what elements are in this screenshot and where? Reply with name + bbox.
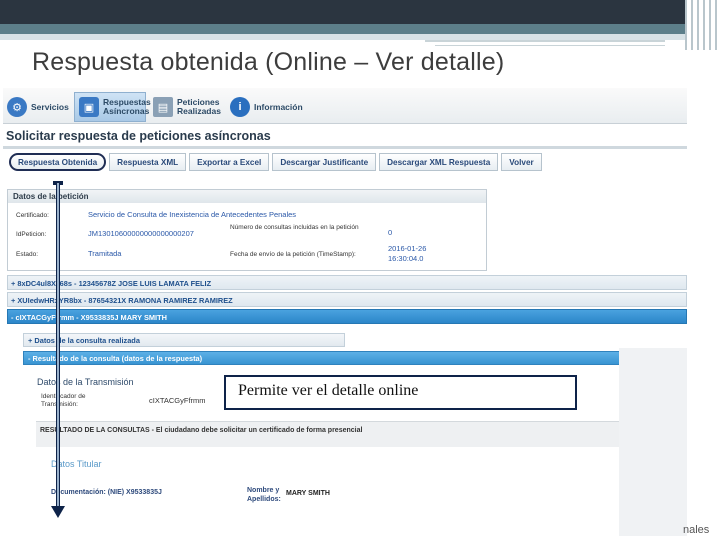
identificador-label: Identificador de Transmisión: [41, 393, 86, 408]
gear-icon: ⚙ [7, 97, 27, 117]
nav-label: Servicios [31, 101, 69, 112]
nombre-value: MARY SMITH [286, 490, 330, 497]
datos-peticion-panel: Datos de la petición Certificado: Servic… [7, 189, 487, 271]
estado-label: Estado: [16, 251, 39, 258]
slide-top-accent [0, 24, 720, 34]
nav-item-servicios[interactable]: ⚙ Servicios [3, 92, 71, 122]
slide-top-bar [0, 0, 720, 24]
annotation-arrow [56, 183, 60, 507]
nav-item-informacion[interactable]: i Información [226, 92, 303, 122]
num-consultas-label: Número de consultas incluidas en la peti… [230, 224, 359, 231]
arrow-head-icon [51, 506, 65, 518]
nav-label: Respuestas Asíncronas [103, 97, 151, 116]
footer-fragment: nales [683, 524, 710, 536]
action-toolbar: Respuesta Obtenida Respuesta XML Exporta… [9, 153, 542, 171]
estado-value: Tramitada [88, 249, 122, 258]
title-decoration-line [435, 45, 665, 46]
respuesta-obtenida-button[interactable]: Respuesta Obtenida [9, 153, 107, 171]
idpeticion-label: IdPeticion: [16, 231, 47, 238]
volver-button[interactable]: Volver [501, 153, 542, 171]
result-row[interactable]: + 8xDC4ul8Xz68s - 12345678Z JOSE LUIS LA… [7, 275, 687, 290]
datos-consulta-row[interactable]: + Datos de la consulta realizada [23, 333, 345, 347]
result-row[interactable]: + XUIedwHRxYR8bx - 87654321X RAMONA RAMI… [7, 292, 687, 307]
result-row-expanded[interactable]: - cIXTACGyFfrmm - X9533835J MARY SMITH [7, 309, 687, 324]
nav-label: Información [254, 101, 303, 112]
respuesta-xml-button[interactable]: Respuesta XML [109, 153, 187, 171]
fecha-envio-label: Fecha de envío de la petición (TimeStamp… [230, 251, 356, 258]
identificador-value: cIXTACGyFfrmm [149, 396, 206, 405]
fecha-envio-value: 2016-01-26 16:30:04.0 [388, 244, 427, 263]
certificado-value: Servicio de Consulta de Inexistencia de … [88, 210, 297, 219]
descargar-xml-respuesta-button[interactable]: Descargar XML Respuesta [379, 153, 499, 171]
slide-corner-decoration [685, 0, 720, 50]
panel-header: Datos de la petición [8, 190, 486, 203]
resultado-text: RESULTADO DE LA CONSULTAS - El ciudadano… [40, 427, 363, 434]
nav-item-respuestas-asincronas[interactable]: ▣ Respuestas Asíncronas [74, 92, 151, 122]
page-heading: Solicitar respuesta de peticiones asíncr… [6, 129, 271, 143]
panel-background [619, 348, 687, 536]
idpeticion-value: JM13010600000000000000207 [88, 229, 194, 238]
nombre-label: Nombre y Apellidos: [247, 487, 281, 503]
documentacion-field: Documentación: (NIE) X9533835J [51, 489, 162, 496]
exportar-excel-button[interactable]: Exportar a Excel [189, 153, 270, 171]
info-icon: i [230, 97, 250, 117]
resultado-box: RESULTADO DE LA CONSULTAS - El ciudadano… [36, 421, 619, 447]
callout-box: Permite ver el detalle online [224, 375, 577, 410]
app-screenshot: ⚙ Servicios ▣ Respuestas Asíncronas ▤ Pe… [3, 88, 687, 536]
transmision-title: Datos de la Transmisión [37, 377, 134, 387]
window-icon: ▣ [79, 97, 99, 117]
certificado-label: Certificado: [16, 212, 49, 219]
slide-title: Respuesta obtenida (Online – Ver detalle… [32, 48, 505, 76]
document-icon: ▤ [153, 97, 173, 117]
title-decoration-line [425, 40, 665, 42]
nav-item-peticiones-realizadas[interactable]: ▤ Peticiones Realizadas [149, 92, 225, 122]
descargar-justificante-button[interactable]: Descargar Justificante [272, 153, 377, 171]
resultado-consulta-row[interactable]: - Resultado de la consulta (datos de la … [23, 351, 669, 365]
app-navbar: ⚙ Servicios ▣ Respuestas Asíncronas ▤ Pe… [3, 88, 687, 124]
num-consultas-value: 0 [388, 228, 393, 237]
divider [3, 146, 687, 149]
nav-label: Peticiones Realizadas [177, 97, 221, 116]
